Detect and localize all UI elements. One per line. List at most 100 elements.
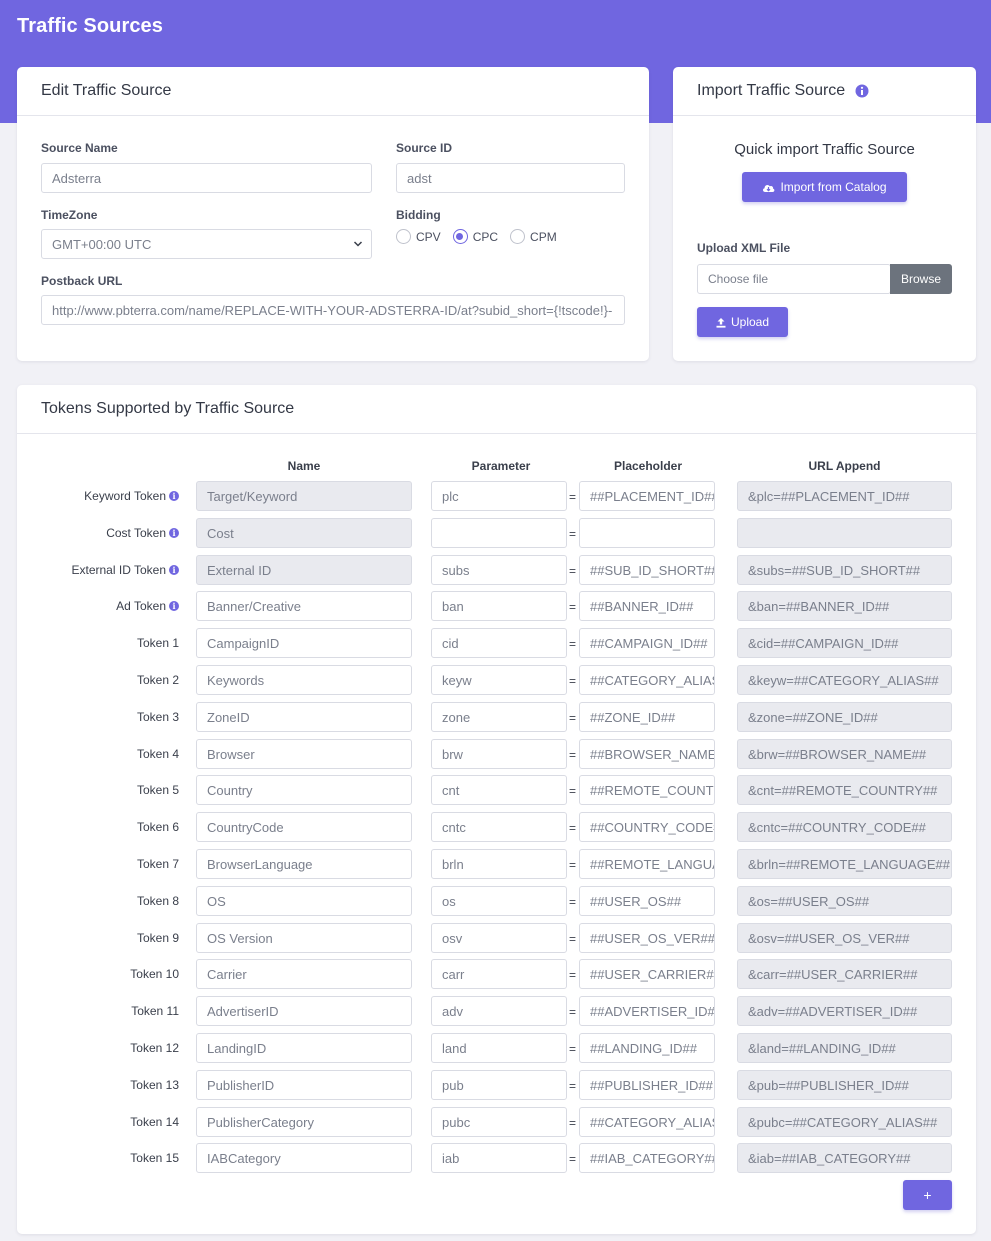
token-label-text: Token 5 [136,783,179,797]
token-placeholder-input[interactable]: ##USER_OS## [579,886,715,916]
token-row-label: Token 2 [37,665,179,695]
token-placeholder-input[interactable]: ##USER_CARRIER## [579,959,715,989]
add-token-button[interactable]: + [903,1180,952,1210]
token-label-text: Token 4 [136,747,179,761]
token-placeholder-input[interactable]: ##CATEGORY_ALIAS## [579,665,715,695]
token-name-input[interactable]: Target/Keyword [196,481,412,511]
token-label-text: Token 11 [131,1004,179,1018]
token-parameter-input[interactable] [431,518,567,548]
info-circle-icon[interactable]: i [169,491,179,501]
token-parameter-input[interactable]: adv [431,996,567,1026]
token-name-input[interactable]: Keywords [196,665,412,695]
bidding-label: Bidding [396,208,441,222]
equals-sign: = [569,858,577,872]
token-placeholder-input[interactable]: ##ZONE_ID## [579,702,715,732]
equals-sign: = [569,784,577,798]
token-name-input[interactable]: Cost [196,518,412,548]
token-placeholder-input[interactable]: ##REMOTE_LANGUAGE## [579,849,715,879]
token-parameter-input[interactable]: brw [431,739,567,769]
token-placeholder-input[interactable]: ##BANNER_ID## [579,591,715,621]
bidding-option-cpm[interactable]: CPM [510,229,557,244]
token-parameter-input[interactable]: brln [431,849,567,879]
bidding-option-cpc[interactable]: CPC [452,229,498,244]
token-name-input[interactable]: BrowserLanguage [196,849,412,879]
upload-icon [716,317,726,328]
token-placeholder-input[interactable]: ##USER_OS_VER## [579,923,715,953]
source-name-input[interactable]: Adsterra [41,163,372,193]
equals-sign: = [569,564,577,578]
equals-sign: = [569,711,577,725]
token-placeholder-input[interactable]: ##SUB_ID_SHORT## [579,555,715,585]
token-row-label: Token 11 [37,996,179,1026]
token-placeholder-input[interactable] [579,518,715,548]
browse-button[interactable]: Browse [890,264,952,294]
token-parameter-input[interactable]: osv [431,923,567,953]
equals-sign: = [569,1042,577,1056]
token-placeholder-input[interactable]: ##BROWSER_NAME## [579,739,715,769]
token-parameter-input[interactable]: carr [431,959,567,989]
token-label-text: Token 13 [130,1078,179,1092]
import-from-catalog-button[interactable]: Import from Catalog [742,172,907,202]
token-placeholder-input[interactable]: ##CAMPAIGN_ID## [579,628,715,658]
token-parameter-input[interactable]: zone [431,702,567,732]
token-name-input[interactable]: External ID [196,555,412,585]
token-name-input[interactable]: Browser [196,739,412,769]
token-name-input[interactable]: AdvertiserID [196,996,412,1026]
info-circle-icon[interactable] [855,84,869,98]
upload-button[interactable]: Upload [697,307,788,337]
token-name-input[interactable]: IABCategory [196,1143,412,1173]
column-header-parameter: Parameter [471,459,531,473]
info-circle-icon[interactable]: i [169,528,179,538]
token-row-label: Token 5 [37,775,179,805]
equals-sign: = [569,637,577,651]
token-placeholder-input[interactable]: ##REMOTE_COUNTRY## [579,775,715,805]
token-placeholder-input[interactable]: ##PUBLISHER_ID## [579,1070,715,1100]
token-name-input[interactable]: PublisherID [196,1070,412,1100]
token-name-input[interactable]: OS [196,886,412,916]
token-placeholder-input[interactable]: ##CATEGORY_ALIAS## [579,1107,715,1137]
token-placeholder-input[interactable]: ##ADVERTISER_ID## [579,996,715,1026]
token-name-input[interactable]: LandingID [196,1033,412,1063]
token-parameter-input[interactable]: pub [431,1070,567,1100]
radio-cpc[interactable] [452,229,468,244]
timezone-select[interactable]: GMT+00:00 UTC [41,229,372,259]
token-parameter-input[interactable]: cnt [431,775,567,805]
token-name-input[interactable]: PublisherCategory [196,1107,412,1137]
bidding-option-cpv[interactable]: CPV [396,229,441,244]
token-placeholder-input[interactable]: ##COUNTRY_CODE## [579,812,715,842]
token-name-input[interactable]: CountryCode [196,812,412,842]
info-circle-icon[interactable]: i [169,565,179,575]
token-parameter-input[interactable]: land [431,1033,567,1063]
token-parameter-input[interactable]: iab [431,1143,567,1173]
token-name-input[interactable]: CampaignID [196,628,412,658]
token-parameter-input[interactable]: keyw [431,665,567,695]
radio-cpv[interactable] [396,229,411,244]
token-name-input[interactable]: Carrier [196,959,412,989]
page-title: Traffic Sources [17,15,164,37]
token-placeholder-input[interactable]: ##LANDING_ID## [579,1033,715,1063]
choose-file-input[interactable]: Choose file [697,264,891,294]
token-row-label: Token 13 [37,1070,179,1100]
token-label-text: Token 15 [130,1151,179,1165]
token-parameter-input[interactable]: ban [431,591,567,621]
token-label-text: Token 1 [136,636,179,650]
token-name-input[interactable]: OS Version [196,923,412,953]
token-parameter-input[interactable]: plc [431,481,567,511]
token-parameter-input[interactable]: cid [431,628,567,658]
token-placeholder-input[interactable]: ##IAB_CATEGORY## [579,1143,715,1173]
token-parameter-input[interactable]: subs [431,555,567,585]
token-name-input[interactable]: Banner/Creative [196,591,412,621]
source-id-input[interactable]: adst [396,163,625,193]
token-placeholder-input[interactable]: ##PLACEMENT_ID## [579,481,715,511]
token-name-input[interactable]: ZoneID [196,702,412,732]
token-parameter-input[interactable]: os [431,886,567,916]
token-url-append-field: &cnt=##REMOTE_COUNTRY## [737,775,952,805]
token-name-input[interactable]: Country [196,775,412,805]
token-parameter-input[interactable]: pubc [431,1107,567,1137]
postback-url-input[interactable]: http://www.pbterra.com/name/REPLACE-WITH… [41,295,625,325]
equals-sign: = [569,748,577,762]
info-circle-icon[interactable]: i [169,601,179,611]
radio-cpm[interactable] [510,229,526,244]
token-parameter-input[interactable]: cntc [431,812,567,842]
token-url-append-field: &subs=##SUB_ID_SHORT## [737,555,952,585]
